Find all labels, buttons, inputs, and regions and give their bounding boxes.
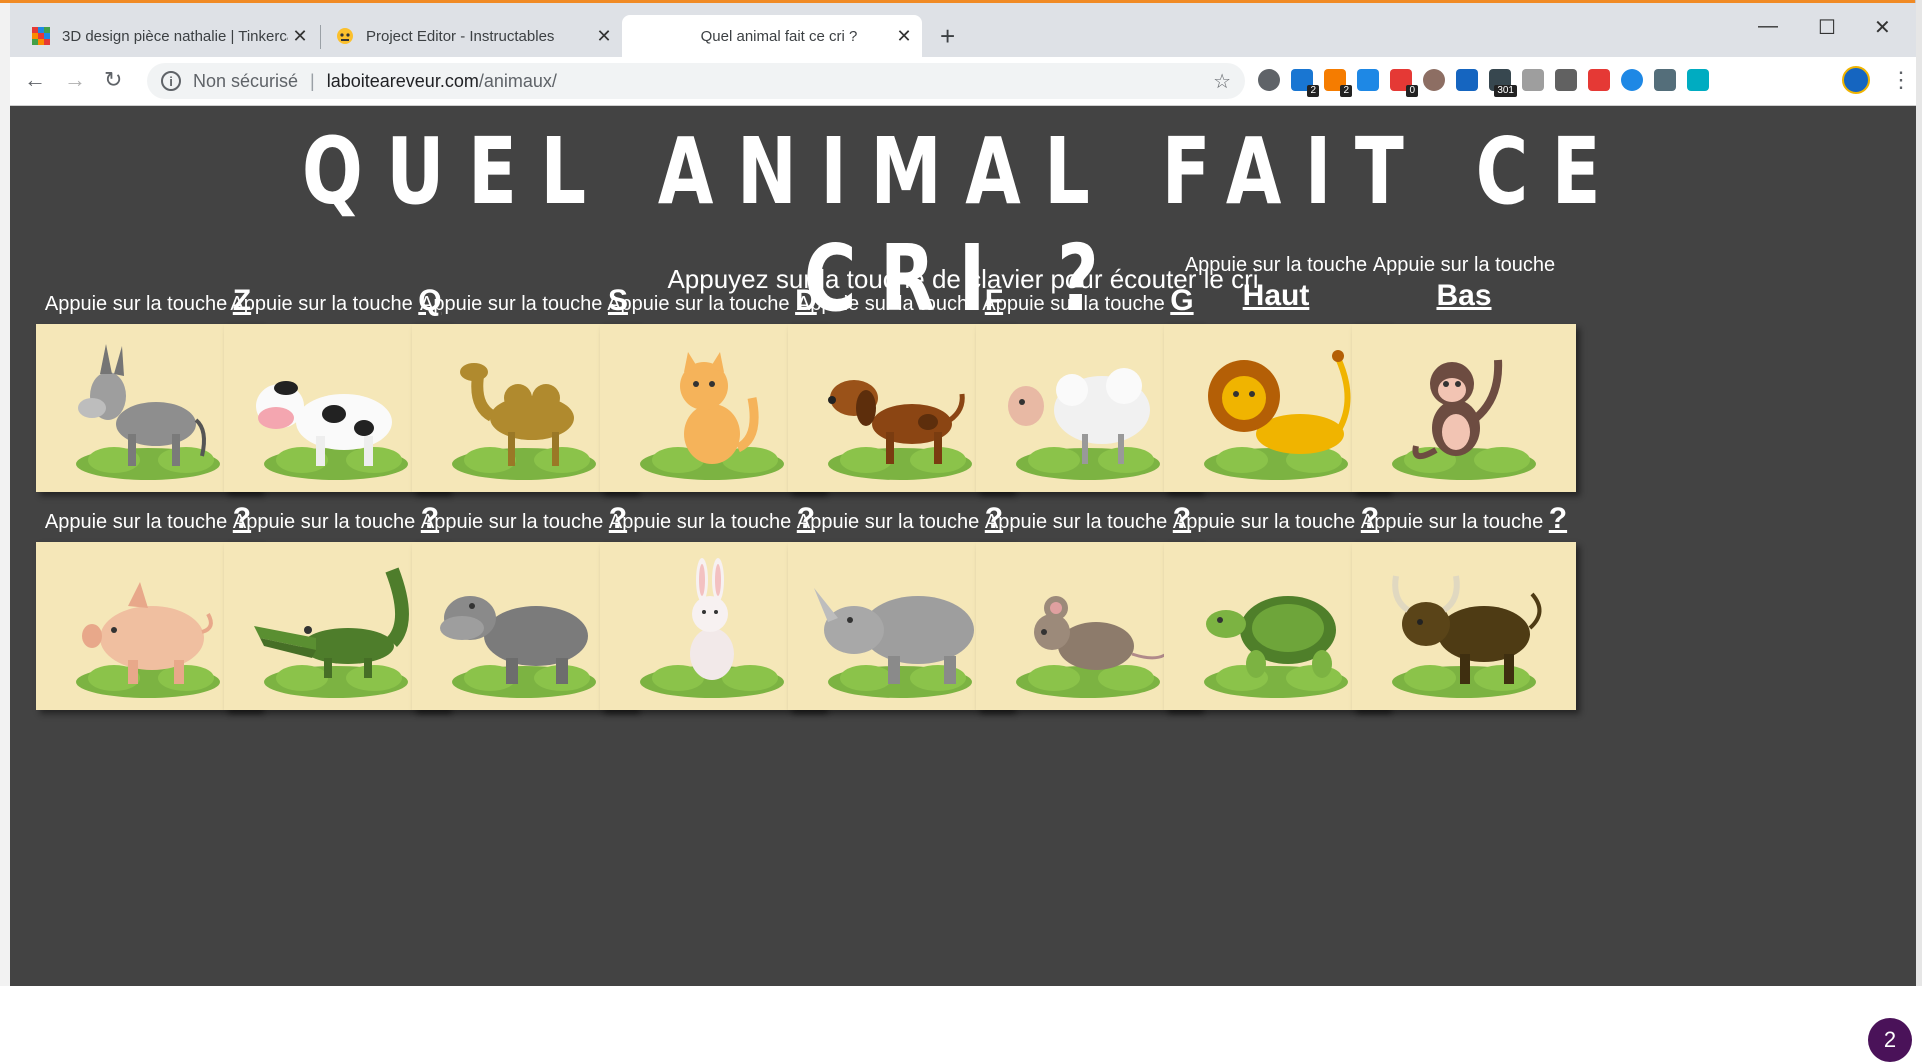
security-label: Non sécurisé xyxy=(193,70,299,91)
info-icon[interactable]: i xyxy=(161,71,181,91)
menu-kebab-icon[interactable]: ⋮ xyxy=(1890,67,1912,93)
address-bar[interactable]: i Non sécurisé | laboiteareveur.com /ani… xyxy=(147,63,1245,99)
ext-b-icon[interactable]: 2 xyxy=(1324,69,1352,97)
key-label-prefix: Appuie sur la touche xyxy=(796,511,980,533)
ext-e-icon[interactable] xyxy=(1456,69,1478,91)
minimize-icon[interactable]: — xyxy=(1758,15,1778,38)
key-label-prefix: Appuie sur la touche xyxy=(420,511,604,533)
cookie-icon[interactable] xyxy=(1423,69,1445,91)
bookmark-star-icon[interactable]: ☆ xyxy=(1213,69,1231,94)
key-label-prefix: Appuie sur la touche xyxy=(44,511,228,533)
extension-badge: 0 xyxy=(1406,85,1418,97)
close-window-icon[interactable]: ✕ xyxy=(1874,15,1891,40)
key-label-prefix: Appuie sur la touche xyxy=(607,293,790,315)
search-ext-icon[interactable] xyxy=(1258,69,1280,91)
blank-page-icon xyxy=(636,27,654,45)
close-tab-icon[interactable]: ✕ xyxy=(288,26,312,47)
extension-badge: 301 xyxy=(1494,85,1517,97)
ext-c-icon[interactable] xyxy=(1357,69,1379,91)
key-label-prefix: Appuie sur la touche xyxy=(232,511,416,533)
tab-instructables[interactable]: Project Editor - Instructables ✕ xyxy=(322,15,622,57)
instructables-icon xyxy=(336,27,354,45)
key-label-prefix: Appuie sur la touche xyxy=(44,293,228,315)
new-tab-button[interactable]: + xyxy=(940,21,955,52)
tab-strip: 3D design pièce nathalie | Tinkercad ✕ P… xyxy=(10,3,1916,57)
browser-toolbar: ← → ↻ i Non sécurisé | laboiteareveur.co… xyxy=(10,57,1916,106)
key-label-prefix: Appuie sur la touche xyxy=(608,511,792,533)
ext-a-icon[interactable]: 2 xyxy=(1291,69,1319,97)
pocket-icon[interactable] xyxy=(1588,69,1610,91)
key-label-prefix: Appuie sur la touche xyxy=(796,293,980,315)
key-label-prefix: Appuie sur la touche xyxy=(1372,254,1556,276)
notification-badge[interactable]: 2 xyxy=(1868,1018,1912,1062)
page-content: QUEL ANIMAL FAIT CE CRI ? Appuyez sur la… xyxy=(10,106,1916,1062)
ext-g-icon[interactable] xyxy=(1522,69,1544,91)
tab-quel-animal[interactable]: Quel animal fait ce cri ? ✕ xyxy=(622,15,922,57)
tinkercad-icon xyxy=(32,27,50,45)
window-scrollbar[interactable] xyxy=(1915,0,1922,986)
grid-icon[interactable] xyxy=(1654,69,1676,91)
key-label-prefix: Appuie sur la touche xyxy=(420,293,603,315)
extension-badge: 2 xyxy=(1340,85,1352,97)
key-label-prefix: Appuie sur la touche xyxy=(1172,511,1356,533)
close-tab-icon[interactable]: ✕ xyxy=(892,26,916,47)
maximize-icon[interactable]: ☐ xyxy=(1818,15,1836,40)
extension-badge: 2 xyxy=(1307,85,1319,97)
key-name: ? xyxy=(1548,502,1568,535)
url-host: laboiteareveur.com xyxy=(326,70,479,91)
address-divider: | xyxy=(310,70,315,91)
check-icon[interactable] xyxy=(1621,69,1643,91)
gear-ext-icon[interactable] xyxy=(1687,69,1709,91)
key-label-prefix: Appuie sur la touche xyxy=(1360,511,1544,533)
key-label-prefix: Appuie sur la touche xyxy=(230,293,413,315)
back-arrow-icon[interactable]: ← xyxy=(24,67,46,93)
forward-arrow-icon[interactable]: → xyxy=(64,67,86,93)
url-path: /animaux/ xyxy=(478,70,557,91)
key-name: Bas xyxy=(1436,279,1492,312)
tab-title: Project Editor - Instructables xyxy=(366,27,555,45)
ext-d-icon[interactable]: 0 xyxy=(1390,69,1418,97)
ext-f-icon[interactable]: 301 xyxy=(1489,69,1517,97)
key-label: Appuie sur la touche Bas xyxy=(1352,254,1576,313)
tab-title: 3D design pièce nathalie | Tinkercad xyxy=(62,27,288,45)
tab-tinkercad[interactable]: 3D design pièce nathalie | Tinkercad ✕ xyxy=(18,15,318,57)
key-label-prefix: Appuie sur la touche xyxy=(982,293,1165,315)
monkey-image[interactable] xyxy=(1352,324,1576,492)
close-tab-icon[interactable]: ✕ xyxy=(592,26,616,47)
ext-h-icon[interactable] xyxy=(1555,69,1577,91)
key-label: Appuie sur la touche ? xyxy=(1352,502,1576,536)
bull-image[interactable] xyxy=(1352,542,1576,710)
tab-title: Quel animal fait ce cri ? xyxy=(700,27,858,45)
tab-separator xyxy=(320,25,321,49)
reload-icon[interactable]: ↻ xyxy=(104,67,122,93)
key-label-prefix: Appuie sur la touche xyxy=(984,511,1168,533)
avatar[interactable] xyxy=(1842,66,1870,94)
